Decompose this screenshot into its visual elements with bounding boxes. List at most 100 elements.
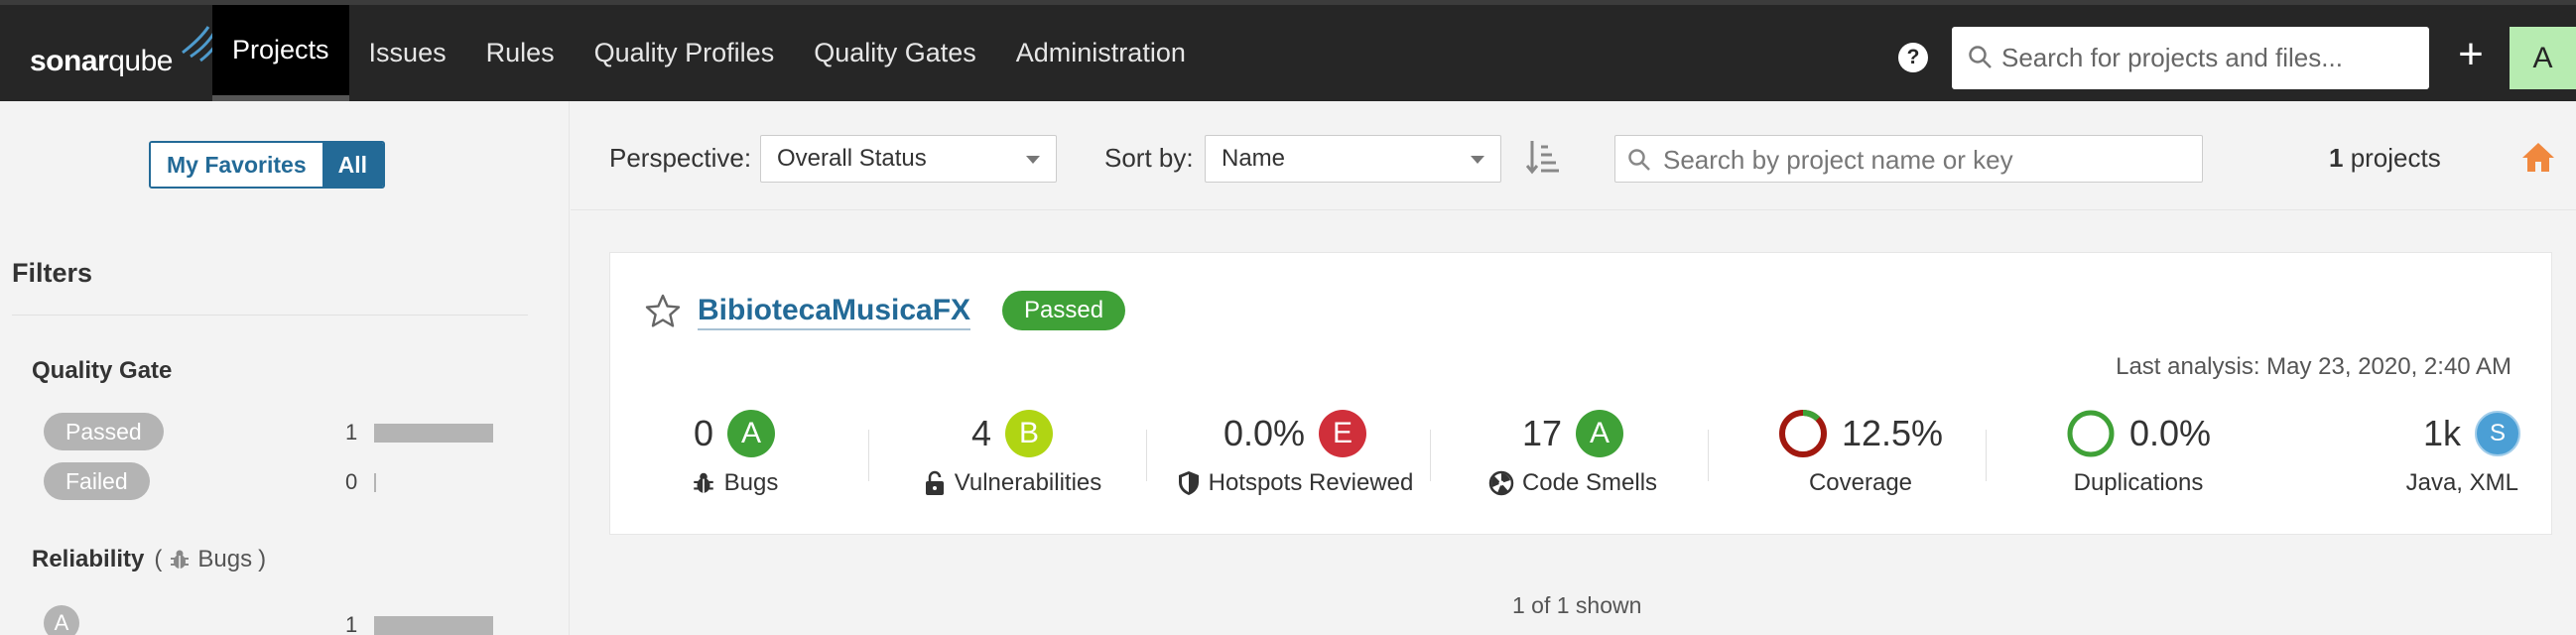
- perspective-value: Overall Status: [777, 145, 927, 172]
- quality-gate-status-badge: Passed: [1002, 291, 1126, 330]
- nav-quality-profiles[interactable]: Quality Profiles: [575, 5, 795, 101]
- project-name-link[interactable]: BibiotecaMusicaFX: [698, 293, 971, 330]
- perspective-select[interactable]: Overall Status: [760, 135, 1057, 183]
- logo-text-bold: sonar: [30, 45, 109, 77]
- coverage-donut: [1778, 410, 1827, 457]
- vulnerabilities-value: 4: [970, 413, 992, 453]
- reliability-paren-close: ): [258, 546, 267, 572]
- sort-by-select[interactable]: Name: [1205, 135, 1501, 183]
- measure-divider: [1430, 430, 1431, 481]
- coverage-value: 12.5%: [1841, 413, 1944, 453]
- vulnerabilities-rating: B: [1005, 410, 1054, 457]
- measure-divider: [1986, 430, 1987, 481]
- reliability-sub-label: Bugs: [197, 546, 253, 572]
- facet-item-rating-a[interactable]: A 1: [44, 605, 500, 635]
- measure-divider: [868, 430, 869, 481]
- bugs-label: Bugs: [723, 469, 779, 496]
- main-nav: Projects Issues Rules Quality Profiles Q…: [212, 5, 1206, 101]
- reliability-facet-title: Reliability ( Bugs ): [32, 546, 266, 573]
- nav-administration[interactable]: Administration: [996, 5, 1206, 101]
- code-smell-icon: [1488, 470, 1514, 496]
- user-avatar[interactable]: A: [2510, 27, 2576, 89]
- measure-code-smells[interactable]: 17 A Code Smells: [1459, 410, 1687, 499]
- nav-issues[interactable]: Issues: [349, 5, 466, 101]
- sort-by-label: Sort by:: [1104, 143, 1194, 173]
- languages-label: Java, XML: [2405, 469, 2518, 496]
- perspective-label: Perspective:: [609, 143, 752, 173]
- measure-duplications[interactable]: 0.0% Duplications: [2019, 410, 2257, 499]
- chevron-down-icon: [1471, 156, 1484, 164]
- rating-a-filter[interactable]: A: [44, 605, 79, 635]
- measure-size[interactable]: 1k S Java, XML: [2372, 410, 2520, 499]
- my-favorites-button[interactable]: My Favorites: [151, 143, 322, 187]
- sort-by-value: Name: [1222, 145, 1286, 172]
- code-smells-rating: A: [1576, 410, 1624, 457]
- nav-rules[interactable]: Rules: [466, 5, 575, 101]
- hotspots-value: 0.0%: [1223, 413, 1306, 453]
- home-icon[interactable]: [2521, 141, 2555, 173]
- code-smells-value: 17: [1521, 413, 1563, 453]
- duplications-value: 0.0%: [2128, 413, 2212, 453]
- reliability-title-text: Reliability: [32, 546, 145, 572]
- facet-count: 0: [345, 469, 358, 494]
- bug-icon: [693, 472, 713, 493]
- facet-bar: [374, 616, 493, 635]
- filters-title: Filters: [12, 258, 93, 288]
- search-icon: [1969, 46, 1992, 68]
- measure-hotspots-reviewed[interactable]: 0.0% E Hotspots Reviewed: [1161, 410, 1429, 499]
- all-button[interactable]: All: [322, 143, 383, 187]
- nav-quality-gates[interactable]: Quality Gates: [794, 5, 996, 101]
- logo-text-light: qube: [108, 45, 173, 77]
- bug-icon: [171, 550, 190, 569]
- project-search-input[interactable]: [1663, 145, 2189, 176]
- facet-item-passed[interactable]: Passed 1: [44, 413, 500, 450]
- projects-toolbar: Perspective: Overall Status Sort by: Nam…: [571, 101, 2576, 210]
- global-search-box[interactable]: [1952, 27, 2429, 89]
- shield-icon: [1178, 471, 1199, 495]
- facet-count: 1: [345, 612, 358, 635]
- facet-bar: [374, 424, 493, 443]
- sort-direction-icon[interactable]: [1526, 139, 1560, 177]
- failed-filter-pill[interactable]: Failed: [44, 462, 150, 500]
- facet-count: 1: [345, 420, 358, 444]
- coverage-label: Coverage: [1808, 469, 1913, 496]
- quality-gate-facet-title: Quality Gate: [32, 357, 173, 384]
- duplications-label: Duplications: [2073, 469, 2204, 496]
- measure-divider: [1708, 430, 1709, 481]
- bugs-value: 0: [693, 413, 714, 453]
- divider: [12, 315, 528, 316]
- star-icon[interactable]: [645, 293, 681, 328]
- top-navigation-bar: sonarqube Projects Issues Rules Quality …: [0, 0, 2576, 101]
- last-analysis-date: Last analysis: May 23, 2020, 2:40 AM: [2116, 353, 2512, 380]
- projects-count-number: 1: [2329, 143, 2344, 173]
- lock-icon: [925, 470, 944, 495]
- help-icon[interactable]: ?: [1898, 43, 1928, 72]
- facet-item-failed[interactable]: Failed 0: [44, 462, 500, 500]
- facet-bar: [374, 473, 376, 492]
- size-value: 1k: [2422, 413, 2461, 453]
- vulnerabilities-label: Vulnerabilities: [954, 469, 1102, 496]
- filters-sidebar: My Favorites All Filters Quality Gate Pa…: [0, 101, 570, 635]
- global-search-input[interactable]: [2001, 43, 2408, 73]
- favorites-toggle: My Favorites All: [149, 141, 385, 189]
- projects-count-suffix: projects: [2343, 143, 2441, 173]
- create-plus-icon[interactable]: +: [2449, 33, 2493, 76]
- chevron-down-icon: [1026, 156, 1040, 164]
- measure-divider: [1146, 430, 1147, 481]
- duplications-ring: [2067, 410, 2115, 457]
- project-search-box[interactable]: [1614, 135, 2203, 183]
- sonarqube-logo[interactable]: sonarqube: [30, 26, 224, 77]
- hotspots-label: Hotspots Reviewed: [1208, 469, 1414, 496]
- measure-coverage[interactable]: 12.5% Coverage: [1732, 410, 1990, 499]
- bugs-rating: A: [727, 410, 776, 457]
- projects-count: 1 projects: [2329, 143, 2441, 174]
- passed-filter-pill[interactable]: Passed: [44, 413, 164, 450]
- code-smells-label: Code Smells: [1521, 469, 1658, 496]
- nav-projects[interactable]: Projects: [212, 5, 349, 101]
- size-rating: S: [2475, 411, 2520, 456]
- search-icon: [1628, 149, 1650, 171]
- results-shown-count: 1 of 1 shown: [1512, 592, 1642, 618]
- measure-bugs[interactable]: 0 A Bugs: [650, 410, 819, 499]
- project-card: BibiotecaMusicaFX Passed Last analysis: …: [609, 252, 2552, 535]
- measure-vulnerabilities[interactable]: 4 B Vulnerabilities: [898, 410, 1126, 499]
